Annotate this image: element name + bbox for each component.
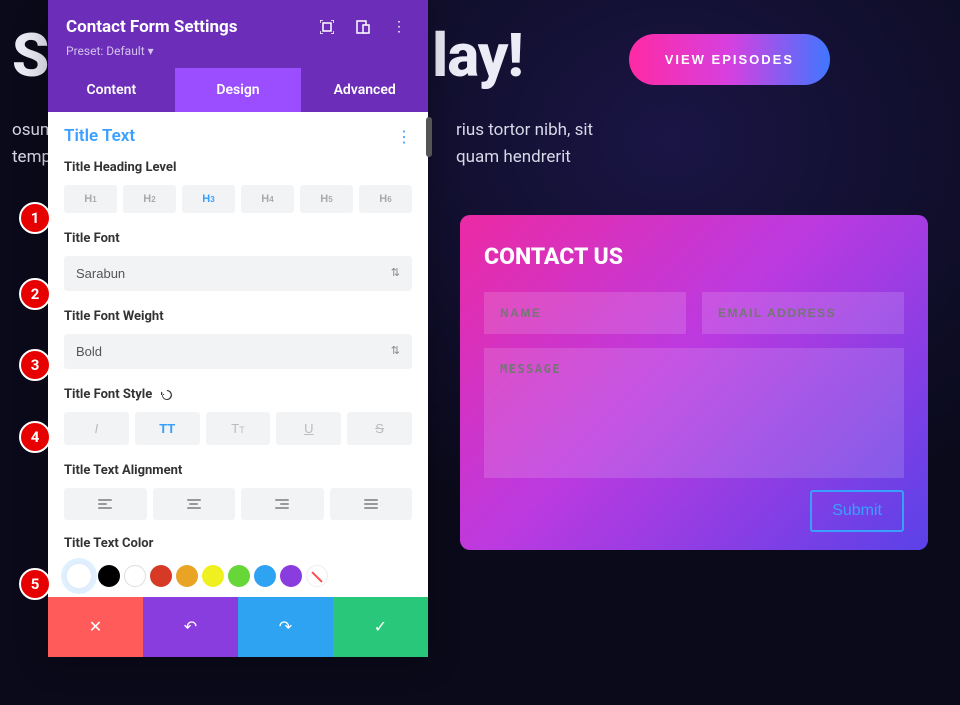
swatch-green[interactable] [228,565,250,587]
style-smallcaps[interactable]: TT [206,412,271,445]
tab-advanced[interactable]: Advanced [301,68,428,112]
hero-para-fragment: rius tortor nibh, sit [456,117,593,144]
message-textarea[interactable] [484,348,904,478]
annotation-marker-5: 5 [19,568,51,600]
panel-title: Contact Form Settings [66,17,302,37]
submit-button[interactable]: Submit [810,490,904,532]
style-strikethrough[interactable]: S [347,412,412,445]
align-left[interactable] [64,488,147,520]
cancel-button[interactable]: ✕ [48,597,143,657]
annotation-marker-4: 4 [19,421,51,453]
annotation-marker-1: 1 [19,202,51,234]
tab-design[interactable]: Design [175,68,302,112]
hero-para-fragment: quam hendrerit [456,144,571,171]
contact-title: CONTACT US [484,243,904,270]
reset-icon[interactable] [160,388,174,402]
heading-h1[interactable]: H1 [64,185,117,213]
heading-h4[interactable]: H4 [241,185,294,213]
tab-content[interactable]: Content [48,68,175,112]
heading-h2[interactable]: H2 [123,185,176,213]
viewport-icon[interactable] [316,16,338,38]
swatch-yellow[interactable] [202,565,224,587]
hero-para-fragment: temp [12,144,51,171]
style-label: Title Font Style [64,387,412,402]
align-right[interactable] [241,488,324,520]
swatch-none[interactable] [306,565,328,587]
color-label: Title Text Color [64,536,412,551]
undo-button[interactable]: ↶ [143,597,238,657]
section-title[interactable]: Title Text [64,126,396,146]
confirm-button[interactable]: ✓ [333,597,428,657]
weight-select[interactable]: Bold [64,334,412,369]
swatch-purple[interactable] [280,565,302,587]
scrollbar[interactable] [426,117,432,157]
name-input[interactable] [484,292,686,334]
swatch-red[interactable] [150,565,172,587]
section-menu-icon[interactable]: ⋮ [396,127,412,146]
color-current[interactable] [64,561,94,591]
redo-button[interactable]: ↷ [238,597,333,657]
hero-title-fragment: lay! [432,20,523,91]
weight-label: Title Font Weight [64,309,412,324]
swatch-blue[interactable] [254,565,276,587]
swatch-white[interactable] [124,565,146,587]
style-underline[interactable]: U [276,412,341,445]
alignment-label: Title Text Alignment [64,463,412,478]
swatch-orange[interactable] [176,565,198,587]
more-menu-icon[interactable]: ⋮ [388,16,410,38]
heading-level-label: Title Heading Level [64,160,412,175]
style-uppercase[interactable]: TT [135,412,200,445]
annotation-marker-2: 2 [19,278,51,310]
align-justify[interactable] [330,488,413,520]
preset-selector[interactable]: Preset: Default ▾ [66,44,410,58]
responsive-icon[interactable] [352,16,374,38]
contact-form-preview: CONTACT US Submit [460,215,928,550]
view-episodes-button[interactable]: VIEW EPISODES [629,34,830,85]
heading-h3[interactable]: H3 [182,185,235,213]
heading-h6[interactable]: H6 [359,185,412,213]
font-label: Title Font [64,231,412,246]
panel-header: Contact Form Settings ⋮ Preset: Default … [48,0,428,68]
settings-panel: Contact Form Settings ⋮ Preset: Default … [48,0,428,657]
swatch-black[interactable] [98,565,120,587]
heading-h5[interactable]: H5 [300,185,353,213]
style-italic[interactable]: I [64,412,129,445]
annotation-marker-3: 3 [19,349,51,381]
align-center[interactable] [153,488,236,520]
email-input[interactable] [702,292,904,334]
font-select[interactable]: Sarabun [64,256,412,291]
